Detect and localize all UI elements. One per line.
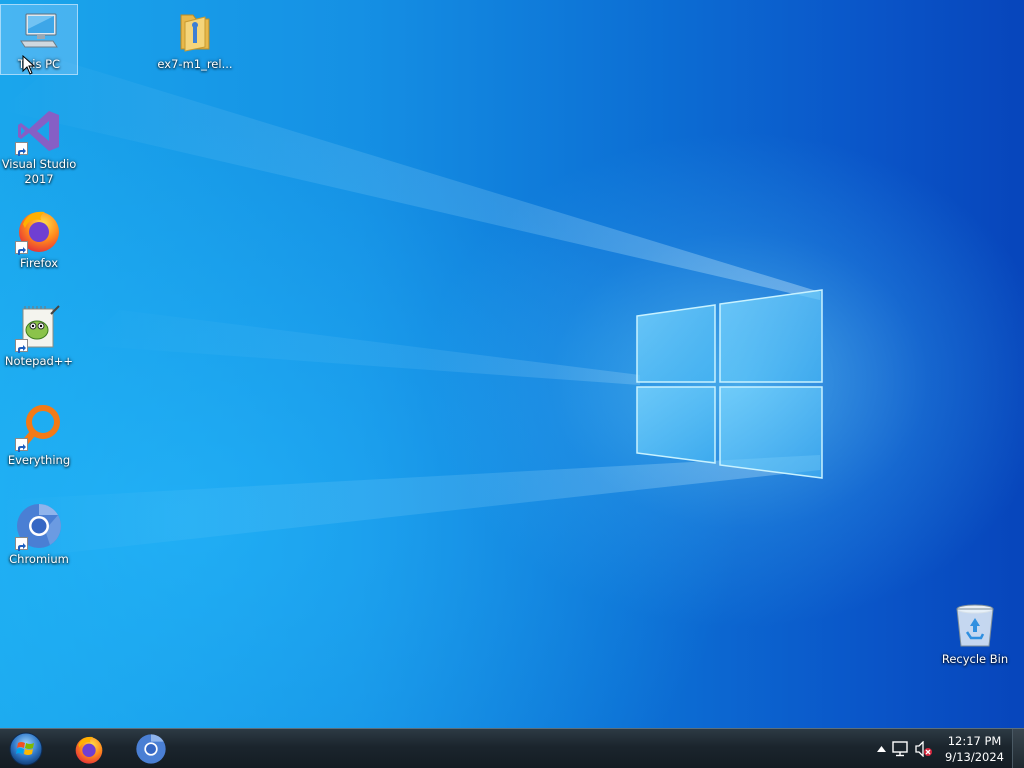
windows-logo — [636, 289, 823, 479]
chromium-icon — [136, 734, 166, 764]
windows-start-orb-icon — [9, 732, 43, 766]
volume-muted-icon — [915, 740, 933, 757]
recycle-bin-icon — [951, 602, 999, 650]
clock-time: 12:17 PM — [947, 733, 1002, 748]
start-button[interactable] — [6, 731, 46, 767]
network-icon — [892, 740, 908, 756]
volume-button[interactable] — [913, 729, 935, 768]
network-button[interactable] — [889, 729, 913, 768]
desktop-icon-firefox[interactable]: Firefox — [1, 204, 77, 271]
taskbar-app-firefox[interactable] — [62, 731, 116, 767]
show-desktop-button[interactable] — [1012, 729, 1024, 768]
desktop-icon-label: Visual Studio 2017 — [1, 157, 77, 186]
taskbar-clock[interactable]: 12:17 PM 9/13/2024 — [935, 733, 1012, 765]
desktop[interactable]: This PC ex7-m1_rel... Visual Studio 2017 — [0, 0, 1024, 728]
desktop-icon-notepad-plus-plus[interactable]: Notepad++ — [1, 302, 77, 369]
desktop-icon-this-pc[interactable]: This PC — [0, 4, 78, 75]
shortcut-arrow-icon — [15, 142, 28, 156]
firefox-icon — [75, 736, 103, 764]
mouse-cursor-icon — [22, 55, 36, 75]
shortcut-arrow-icon — [15, 339, 28, 353]
chromium-icon — [15, 502, 63, 551]
taskbar-app-chromium[interactable] — [124, 731, 178, 767]
desktop-icon-label: Firefox — [19, 256, 59, 270]
desktop-icon-visual-studio[interactable]: Visual Studio 2017 — [1, 105, 77, 187]
everything-search-icon — [15, 403, 63, 452]
show-hidden-icons-arrow-icon — [876, 745, 886, 752]
desktop-icon-label: Everything — [7, 453, 71, 467]
shortcut-arrow-icon — [15, 438, 28, 452]
clock-date: 9/13/2024 — [945, 749, 1004, 764]
desktop-icon-label: Recycle Bin — [941, 652, 1009, 666]
folder-icon — [171, 7, 219, 55]
desktop-icon-label: Notepad++ — [4, 354, 74, 368]
computer-icon — [15, 7, 63, 55]
desktop-icon-label: This PC — [17, 57, 61, 71]
taskbar: 12:17 PM 9/13/2024 — [0, 728, 1024, 768]
desktop-icon-everything[interactable]: Everything — [1, 401, 77, 468]
desktop-icon-recycle-bin[interactable]: Recycle Bin — [937, 600, 1013, 667]
desktop-icon-label: ex7-m1_rel... — [157, 57, 233, 71]
notepad-plus-plus-icon — [15, 304, 63, 353]
shortcut-arrow-icon — [15, 241, 28, 255]
desktop-icon-label: Chromium — [9, 552, 69, 566]
shortcut-arrow-icon — [15, 537, 28, 551]
desktop-icon-chromium[interactable]: Chromium — [1, 500, 77, 567]
visual-studio-icon — [15, 107, 63, 156]
desktop-icon-folder[interactable]: ex7-m1_rel... — [157, 5, 233, 72]
wallpaper — [0, 60, 823, 560]
show-hidden-icons-button[interactable] — [873, 729, 889, 768]
system-tray: 12:17 PM 9/13/2024 — [873, 729, 1024, 768]
firefox-icon — [15, 206, 63, 255]
